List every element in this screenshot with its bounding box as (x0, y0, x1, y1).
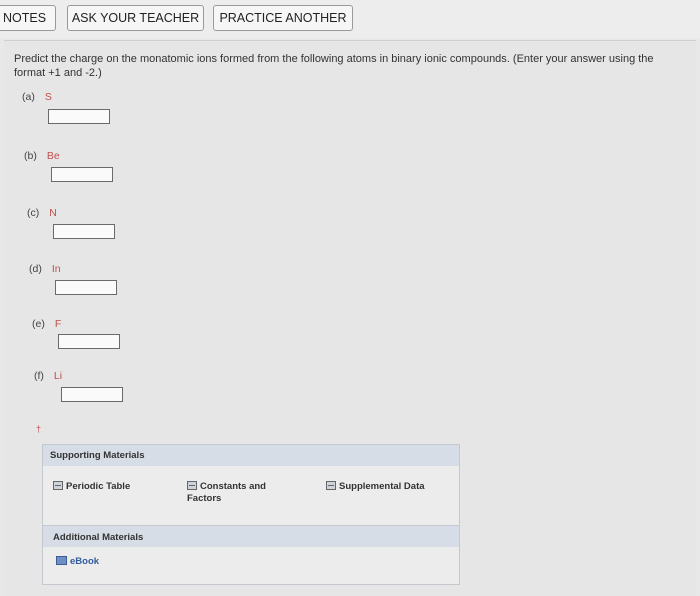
element-symbol: N (49, 207, 57, 219)
element-symbol: In (51, 263, 61, 275)
top-toolbar: NOTES ASK YOUR TEACHER PRACTICE ANOTHER (0, 0, 700, 38)
answer-input-c[interactable] (53, 224, 115, 239)
element-symbol: Be (46, 150, 60, 162)
answer-input-b[interactable] (51, 167, 113, 182)
document-icon (53, 481, 63, 490)
ebook-link[interactable]: eBook (56, 556, 99, 568)
question-prompt: Predict the charge on the monatomic ions… (14, 53, 654, 79)
document-icon (187, 481, 197, 490)
part-f-label: (f) Li (34, 370, 63, 382)
answer-input-a[interactable] (48, 109, 110, 124)
answer-input-f[interactable] (61, 387, 123, 402)
answer-input-e[interactable] (58, 334, 120, 349)
part-d-label: (d) In (29, 263, 61, 275)
part-e-label: (e) F (32, 318, 62, 330)
additional-materials-box: Additional Materials eBook (42, 525, 460, 585)
element-symbol: S (44, 91, 52, 103)
periodic-table-link[interactable]: Periodic Table (53, 481, 130, 493)
part-c-label: (c) N (27, 207, 57, 219)
element-symbol: F (54, 318, 62, 330)
additional-materials-title: Additional Materials (53, 532, 144, 543)
supporting-materials-title: Supporting Materials (50, 450, 145, 461)
constants-and-factors-link[interactable]: Constants and Factors (187, 481, 287, 505)
supplemental-data-link[interactable]: Supplemental Data (326, 481, 425, 493)
element-symbol: Li (53, 370, 63, 382)
notes-button[interactable]: NOTES (0, 5, 56, 31)
document-icon (326, 481, 336, 490)
answer-input-d[interactable] (55, 280, 117, 295)
supporting-materials-box: Supporting Materials Periodic Table Cons… (42, 444, 460, 526)
part-a-label: (a) S (22, 91, 52, 103)
part-b-label: (b) Be (24, 150, 60, 162)
footnote-marker: † (36, 424, 42, 434)
book-icon (56, 556, 67, 565)
ask-your-teacher-button[interactable]: ASK YOUR TEACHER (67, 5, 204, 31)
practice-another-button[interactable]: PRACTICE ANOTHER (213, 5, 353, 31)
